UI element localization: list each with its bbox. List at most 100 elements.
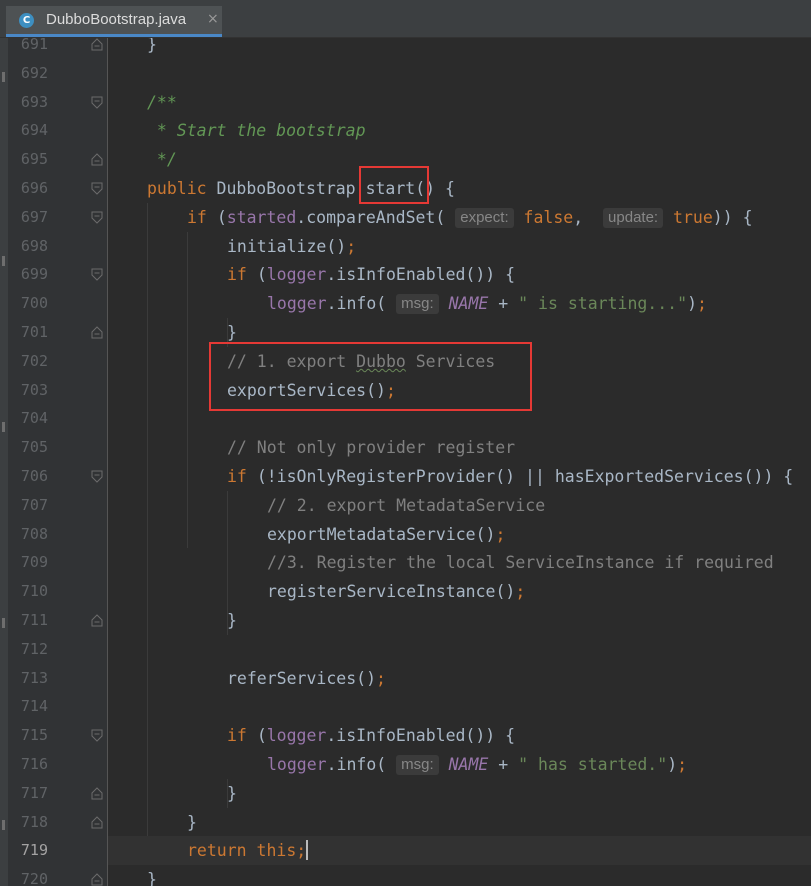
code-token: " is starting..." (518, 294, 688, 314)
code-line[interactable]: 692 (0, 59, 811, 88)
code-token: // 2. export MetadataService (267, 495, 546, 515)
code-line[interactable]: 720} (0, 865, 811, 886)
java-class-icon: C (19, 13, 34, 28)
fold-start-icon[interactable] (91, 268, 103, 282)
line-number: 718 (20, 812, 48, 831)
fold-start-icon[interactable] (91, 211, 103, 224)
code-text: // 2. export MetadataService (267, 491, 545, 520)
code-token: ; (677, 755, 688, 774)
fold-end-icon[interactable] (91, 614, 103, 627)
code-line[interactable]: 700 logger.info( msg: NAME + " is startin… (0, 289, 811, 318)
code-line[interactable]: 717} (0, 779, 811, 808)
code-token: NAME (448, 294, 489, 314)
code-line[interactable]: 713 referServices(); (0, 664, 811, 693)
code-token: // Not only provider register (227, 438, 516, 458)
code-token: DubboBootstrap (216, 179, 366, 198)
code-token: //3. Register the local ServiceInstance … (267, 553, 774, 573)
fold-end-icon[interactable] (91, 787, 103, 800)
code-line[interactable]: 707 // 2. export MetadataService (0, 491, 811, 520)
fold-start-icon[interactable] (91, 96, 103, 109)
line-number: 709 (20, 553, 48, 572)
line-number: 693 (20, 92, 48, 111)
code-text: logger.info( msg: NAME + " is starting..… (267, 289, 707, 318)
code-token: ( (256, 265, 267, 285)
code-line[interactable]: 698 initialize(); (0, 232, 811, 261)
line-number: 717 (20, 783, 48, 802)
code-text: if (started.compareAndSet( expect: false… (187, 203, 753, 232)
code-line[interactable]: 712 (0, 635, 811, 664)
parameter-hint: update: (603, 207, 664, 228)
code-text: } (187, 808, 197, 837)
code-line[interactable]: 694 * Start the bootstrap (0, 116, 811, 145)
code-token: + (488, 755, 519, 774)
code-token: ; (515, 582, 526, 602)
code-line[interactable]: 699 if (logger.isInfoEnabled()) { (0, 260, 811, 289)
code-token: logger (267, 294, 327, 314)
code-line[interactable]: 716 logger.info( msg: NAME + " has starte… (0, 750, 811, 779)
code-token: .info( (326, 294, 397, 314)
code-token: } (147, 870, 157, 886)
code-line[interactable]: 709 //3. Register the local ServiceInstan… (0, 548, 811, 577)
line-number: 711 (20, 611, 48, 629)
code-token: public (147, 179, 217, 198)
fold-start-icon[interactable] (91, 182, 103, 195)
code-line[interactable]: 710 registerServiceInstance(); (0, 577, 811, 606)
editor-tab-bar: C DubboBootstrap.java × (0, 0, 811, 38)
code-line[interactable]: 693 /** (0, 88, 811, 117)
code-line[interactable]: 708 exportMetadataService(); (0, 520, 811, 549)
code-token: ; (495, 524, 506, 544)
code-text: if (logger.isInfoEnabled()) { (227, 260, 515, 289)
code-line[interactable]: 711} (0, 606, 811, 635)
code-editor[interactable]: 691} 692 693/** 694 * Start the bootstrap 69… (0, 38, 811, 886)
code-line[interactable]: 691} (0, 38, 811, 59)
tab-label: DubboBootstrap.java (46, 11, 187, 28)
code-line[interactable]: 719 return this; (0, 836, 811, 866)
code-token: .compareAndSet( (296, 207, 456, 227)
line-number: 698 (20, 236, 48, 255)
fold-end-icon[interactable] (91, 153, 103, 166)
code-token: } (227, 783, 237, 803)
code-token: if (227, 265, 257, 285)
code-token: } (187, 812, 197, 832)
code-line[interactable]: 714 (0, 692, 811, 721)
code-token: } (227, 323, 237, 342)
export-services-highlight (209, 342, 532, 411)
code-token: started (226, 207, 297, 227)
code-line[interactable]: 718} (0, 808, 811, 837)
code-text: } (147, 865, 157, 886)
tab-dubbobootstrap-java[interactable]: C DubboBootstrap.java × (6, 6, 222, 37)
code-text: } (147, 38, 157, 59)
line-number: 700 (20, 294, 48, 313)
fold-start-icon[interactable] (91, 729, 103, 742)
code-token: , (573, 207, 604, 227)
code-text: //3. Register the local ServiceInstance … (267, 548, 774, 577)
code-token: if (187, 207, 217, 227)
line-number: 694 (20, 121, 48, 140)
code-token: ( (216, 207, 227, 227)
line-number: 704 (20, 409, 48, 428)
line-number: 696 (20, 179, 48, 197)
code-token: * Start the bootstrap (147, 121, 366, 141)
line-number: 716 (20, 755, 48, 773)
fold-end-icon[interactable] (91, 326, 103, 339)
code-token: referServices() (227, 668, 377, 688)
fold-end-icon[interactable] (91, 815, 103, 829)
line-number: 701 (20, 323, 48, 341)
code-text: // Not only provider register (227, 433, 515, 462)
line-number: 705 (20, 438, 48, 457)
code-token: initialize() (227, 236, 347, 256)
code-text: */ (147, 145, 177, 174)
code-text: if (logger.isInfoEnabled()) { (227, 721, 515, 750)
fold-end-icon[interactable] (91, 38, 103, 51)
fold-start-icon[interactable] (91, 470, 103, 483)
parameter-hint: msg: (396, 294, 439, 315)
code-line[interactable]: 706 if (!isOnlyRegisterProvider() || hasE… (0, 462, 811, 491)
code-text: referServices(); (227, 664, 386, 693)
code-line[interactable]: 697 if (started.compareAndSet( expect: fa… (0, 203, 811, 232)
close-icon[interactable]: × (207, 11, 219, 27)
code-line[interactable]: 705 // Not only provider register (0, 433, 811, 462)
code-token: logger (266, 265, 327, 285)
fold-end-icon[interactable] (91, 873, 103, 886)
code-line[interactable]: 715 if (logger.isInfoEnabled()) { (0, 721, 811, 750)
code-token: + (488, 294, 519, 314)
